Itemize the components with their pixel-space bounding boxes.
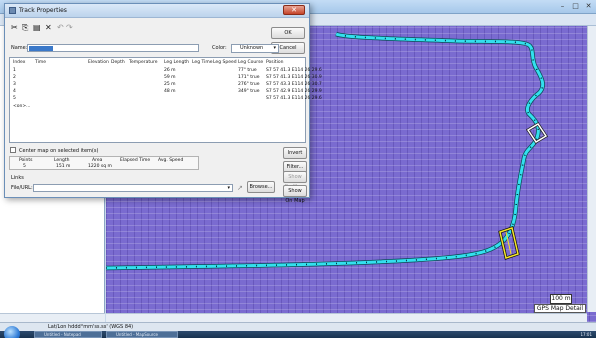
stats-header-avg-speed: Avg. Speed <box>158 158 184 163</box>
track-icon <box>9 7 16 14</box>
redo-icon[interactable]: ↷ <box>66 23 73 32</box>
taskbar-item-mapsource[interactable]: Untitled - MapSource <box>106 331 178 338</box>
dialog-title-bar[interactable]: Track Properties ✕ <box>5 4 309 18</box>
table-cell-leg-length: 26 m <box>164 68 176 73</box>
column-header-leg-course[interactable]: Leg Course <box>238 60 263 65</box>
file-url-field[interactable]: ▾ <box>33 184 233 192</box>
table-cell-index: 3 <box>13 82 16 87</box>
table-cell-position: S7 57 42.9 E114 26 29.9 <box>266 89 322 94</box>
column-header-position[interactable]: Position <box>266 60 284 65</box>
undo-icon[interactable]: ↶ <box>57 23 64 32</box>
stats-value-area: 1220 sq m <box>88 164 112 169</box>
track-name-field[interactable] <box>27 44 199 52</box>
table-cell-leg-course: 171° true <box>238 75 260 80</box>
table-cell-leg-course: 77° true <box>238 68 257 73</box>
delete-icon[interactable]: ✕ <box>45 23 52 32</box>
column-header-temperature[interactable]: Temperature <box>129 60 158 65</box>
taskbar-item-notepad[interactable]: Untitled - Notepad <box>34 331 102 338</box>
ok-button[interactable]: OK <box>271 27 305 39</box>
column-header-leg-time[interactable]: Leg Time <box>192 60 213 65</box>
color-label: Color: <box>212 45 227 51</box>
track-points-table[interactable]: Index Time Elevation Depth Temperature L… <box>9 57 322 143</box>
color-select-value: Unknown <box>240 45 264 51</box>
name-selection-highlight <box>29 46 53 51</box>
clock: 17:01 <box>580 332 592 337</box>
table-cell-leg-length: 25 m <box>164 82 176 87</box>
stats-header-area: Area <box>92 158 103 163</box>
table-cell-leg-course: 276° true <box>238 82 260 87</box>
stats-header-elapsed-time: Elapsed Time <box>120 158 151 163</box>
open-link-icon[interactable]: ↗ <box>237 184 243 192</box>
show-profile-button[interactable]: Show Profile... <box>283 171 307 190</box>
table-cell-position: S7 57 43.3 E114 26 30.7 <box>266 82 322 87</box>
chevron-down-icon: ▾ <box>273 45 276 51</box>
browse-button[interactable]: Browse... <box>247 181 275 193</box>
file-url-label: File/URL: <box>11 185 33 191</box>
dialog-title: Track Properties <box>19 7 67 14</box>
table-cell-index: 2 <box>13 75 16 80</box>
status-bar: Lat/Lon hddd°mm'ss.ss' (WGS 84) <box>0 322 596 331</box>
table-cell-index: 5 <box>13 96 16 101</box>
cut-icon[interactable]: ✂ <box>11 23 18 32</box>
paste-icon[interactable]: ▤ <box>33 23 41 32</box>
stats-value-length: 151 m <box>56 164 71 169</box>
left-panel-horizontal-scrollbar[interactable] <box>0 313 105 322</box>
map-detail-label: GPS Map Detail <box>534 304 586 313</box>
chevron-down-icon[interactable]: ▾ <box>227 185 230 191</box>
stats-header-length: Length <box>54 158 70 163</box>
copy-icon[interactable]: ⎘ <box>22 23 28 32</box>
stats-header-points: Points <box>19 158 33 163</box>
invert-button[interactable]: Invert <box>283 147 307 159</box>
track-stats-table: Points Length Area Elapsed Time Avg. Spe… <box>9 156 199 170</box>
taskbar: Untitled - Notepad Untitled - MapSource … <box>0 326 596 338</box>
map-scale-label: 100 m <box>550 294 572 304</box>
new-row-placeholder[interactable]: <on>... <box>13 104 30 109</box>
coordinate-format-text: Lat/Lon hddd°mm'ss.ss' (WGS 84) <box>48 324 134 330</box>
center-map-checkbox[interactable] <box>10 147 16 153</box>
table-cell-leg-length: 59 m <box>164 75 176 80</box>
column-header-leg-speed[interactable]: Leg Speed <box>213 60 237 65</box>
center-map-label: Center map on selected item(s) <box>19 148 99 154</box>
maximize-icon[interactable]: □ <box>570 2 581 11</box>
links-label: Links <box>11 175 24 181</box>
table-cell-position: S7 57 41.3 E114 26 29.6 <box>266 96 322 101</box>
map-vertical-scrollbar[interactable] <box>587 26 596 312</box>
color-select[interactable]: Unknown ▾ <box>231 44 279 53</box>
table-cell-position: S7 57 41.3 E114 26 29.6 <box>266 68 322 73</box>
start-button-icon[interactable] <box>4 326 20 338</box>
track-properties-dialog: Track Properties ✕ ✂ ⎘ ▤ ✕ ↶ ↷ OK Cancel… <box>4 3 322 204</box>
show-on-map-button[interactable]: Show On Map <box>283 185 307 204</box>
minimize-icon[interactable]: – <box>557 2 568 11</box>
name-label: Name: <box>11 45 28 51</box>
column-header-leg-length[interactable]: Leg Length <box>164 60 189 65</box>
table-cell-leg-length: 48 m <box>164 89 176 94</box>
column-header-time[interactable]: Time <box>35 60 46 65</box>
table-cell-leg-course: 349° true <box>238 89 260 94</box>
dialog-close-icon[interactable]: ✕ <box>283 5 305 15</box>
map-horizontal-scrollbar[interactable] <box>106 313 587 322</box>
column-header-index[interactable]: Index <box>13 60 25 65</box>
table-cell-index: 1 <box>13 68 16 73</box>
column-header-elevation[interactable]: Elevation <box>88 60 109 65</box>
stats-value-points: 5 <box>23 164 26 169</box>
column-header-depth[interactable]: Depth <box>111 60 125 65</box>
close-icon[interactable]: ✕ <box>583 2 594 11</box>
table-cell-position: S7 57 41.3 E114 26 30.9 <box>266 75 322 80</box>
table-cell-index: 4 <box>13 89 16 94</box>
